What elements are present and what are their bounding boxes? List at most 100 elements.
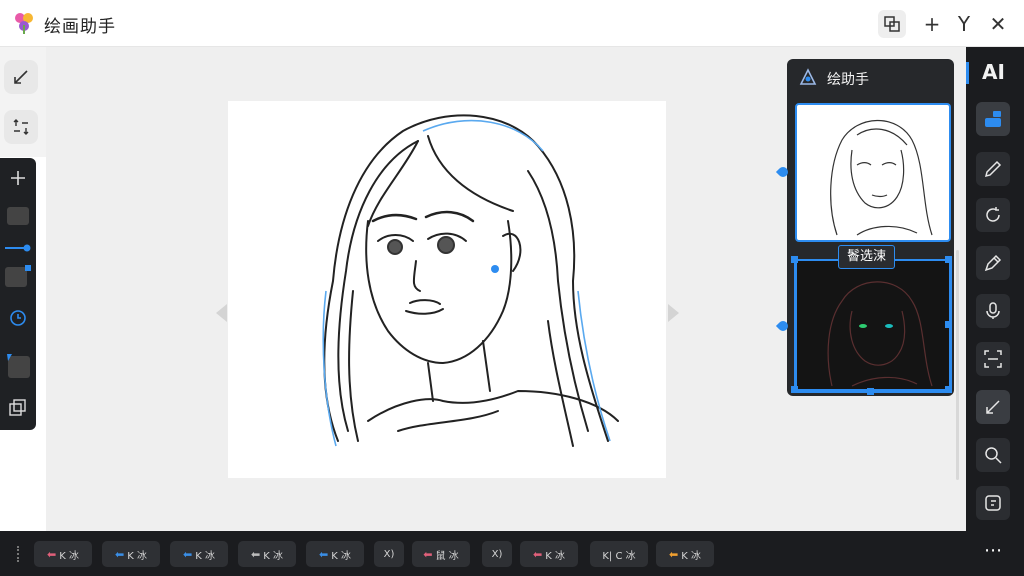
refresh-icon bbox=[986, 207, 1000, 222]
layer-block-icon bbox=[7, 207, 29, 225]
artboard[interactable] bbox=[228, 101, 666, 478]
chip-arrow-icon: ⬅ bbox=[533, 547, 543, 561]
resize-diagonal-icon bbox=[986, 400, 1000, 414]
opacity-slider[interactable] bbox=[4, 234, 32, 262]
swap-icon bbox=[884, 16, 900, 32]
selection-handle-b[interactable] bbox=[867, 388, 874, 395]
bottom-chip-1[interactable]: ⬅ K 冰 bbox=[102, 541, 160, 567]
chip-label: X) bbox=[491, 548, 503, 560]
scan-frame-icon bbox=[984, 350, 1002, 368]
selection-label: 鬠选涑 bbox=[838, 245, 896, 269]
left-dark-toolbar bbox=[0, 158, 36, 430]
result-thumbnail-sketch[interactable] bbox=[795, 103, 951, 242]
bottom-chip-8[interactable]: ⬅ K 冰 bbox=[520, 541, 578, 567]
plus-icon bbox=[11, 171, 25, 185]
add-layer-button[interactable] bbox=[4, 164, 32, 192]
search-icon bbox=[985, 447, 1002, 464]
chip-arrow-icon: ⬅ bbox=[47, 547, 57, 561]
microphone-icon bbox=[986, 302, 1000, 319]
assistant-icon bbox=[799, 68, 817, 85]
app-title: 绘画助手 bbox=[44, 17, 116, 37]
search-tool-button[interactable] bbox=[976, 438, 1010, 472]
pin-button[interactable]: Y bbox=[950, 10, 978, 38]
layers-icon bbox=[985, 111, 1001, 127]
chip-label: K 冰 bbox=[195, 550, 215, 562]
chip-label: K 冰 bbox=[331, 550, 351, 562]
title-bar: 绘画助手 + Y ✕ bbox=[0, 0, 1024, 47]
chip-label: K 冰 bbox=[263, 550, 283, 562]
vertical-scrollbar[interactable] bbox=[956, 250, 959, 480]
pen-icon bbox=[984, 254, 1002, 272]
chip-arrow-icon: ⬅ bbox=[183, 547, 193, 561]
left-top-toolbar bbox=[0, 47, 46, 157]
selection-handle-r[interactable] bbox=[945, 321, 952, 328]
close-button[interactable]: ✕ bbox=[984, 10, 1012, 38]
layer-block-icon bbox=[7, 354, 30, 378]
bottom-chip-6[interactable]: ⬅ 鼠 冰 bbox=[412, 541, 470, 567]
bottom-chip-4[interactable]: ⬅ K 冰 bbox=[306, 541, 364, 567]
transform-tool-button[interactable] bbox=[4, 110, 38, 144]
drag-grip-icon[interactable] bbox=[17, 546, 22, 562]
chip-label: K 冰 bbox=[545, 550, 565, 562]
pencil-icon bbox=[984, 160, 1002, 178]
bottom-chip-10[interactable]: ⬅ K 冰 bbox=[656, 541, 714, 567]
pen-tool-button[interactable] bbox=[976, 246, 1010, 280]
layer-thumb-button-2[interactable] bbox=[4, 262, 32, 290]
plus-icon: + bbox=[923, 12, 941, 36]
bottom-chip-2[interactable]: ⬅ K 冰 bbox=[170, 541, 228, 567]
portrait-sketch-illustration bbox=[322, 114, 619, 447]
bottom-chip-3[interactable]: ⬅ K 冰 bbox=[238, 541, 296, 567]
chip-arrow-icon: ⬅ bbox=[251, 547, 261, 561]
bottom-chip-0[interactable]: ⬅ K 冰 bbox=[34, 541, 92, 567]
selection-handle-tr[interactable] bbox=[945, 256, 952, 263]
chip-label: K 冰 bbox=[59, 550, 79, 562]
chip-label: K 冰 bbox=[681, 550, 701, 562]
ai-label[interactable]: AI bbox=[982, 60, 1005, 84]
close-icon: ✕ bbox=[989, 12, 1007, 36]
layer-thumb-button[interactable] bbox=[4, 202, 32, 230]
duplicate-tool-button[interactable] bbox=[4, 394, 32, 422]
layers-tool-button[interactable] bbox=[976, 102, 1010, 136]
ai-panel-title: 绘助手 bbox=[827, 72, 869, 88]
refresh-tool-button[interactable] bbox=[976, 198, 1010, 232]
more-menu-icon[interactable]: ⋯ bbox=[984, 540, 1003, 561]
pin-icon: Y bbox=[957, 12, 971, 36]
add-button[interactable]: + bbox=[918, 10, 946, 38]
transform-arrows-icon bbox=[13, 119, 29, 135]
bottom-chip-9[interactable]: K| C 冰 bbox=[590, 541, 648, 567]
selection-handle-tl[interactable] bbox=[791, 256, 798, 263]
next-arrow-icon[interactable] bbox=[668, 304, 679, 322]
export-tool-button[interactable] bbox=[976, 486, 1010, 520]
rotate-icon bbox=[10, 310, 26, 326]
resize-tool-button[interactable] bbox=[4, 60, 38, 94]
chip-label: K 冰 bbox=[127, 550, 147, 562]
chip-arrow-icon: ⬅ bbox=[319, 547, 329, 561]
pencil-tool-button[interactable] bbox=[976, 152, 1010, 186]
prev-arrow-icon[interactable] bbox=[216, 304, 227, 322]
selection-handle-bl[interactable] bbox=[791, 386, 798, 393]
slider-icon bbox=[5, 244, 31, 252]
duplicate-icon bbox=[9, 399, 26, 416]
chip-label: 鼠 冰 bbox=[435, 550, 459, 562]
app-logo-icon bbox=[15, 13, 33, 34]
rotate-tool-button[interactable] bbox=[4, 304, 32, 332]
resize-diagonal-icon bbox=[14, 70, 28, 84]
sketch-thumbnail-image bbox=[830, 119, 933, 236]
chip-label: K| C 冰 bbox=[602, 550, 636, 562]
chip-arrow-icon: ⬅ bbox=[423, 547, 433, 561]
chip-arrow-icon: ⬅ bbox=[669, 547, 679, 561]
selection-handle-br[interactable] bbox=[945, 386, 952, 393]
layer-block-icon bbox=[5, 265, 31, 287]
bottom-chip-5[interactable]: X) bbox=[374, 541, 404, 567]
bottom-chip-7[interactable]: X) bbox=[482, 541, 512, 567]
microphone-button[interactable] bbox=[976, 294, 1010, 328]
resize-tool-button-right[interactable] bbox=[976, 390, 1010, 424]
layer-thumb-button-3[interactable] bbox=[4, 352, 32, 380]
selection-frame[interactable] bbox=[794, 259, 952, 393]
ai-indicator bbox=[966, 62, 969, 84]
chip-label: X) bbox=[383, 548, 395, 560]
export-icon bbox=[985, 495, 1001, 511]
scan-frame-button[interactable] bbox=[976, 342, 1010, 376]
chip-arrow-icon: ⬅ bbox=[115, 547, 125, 561]
swap-window-button[interactable] bbox=[878, 10, 906, 38]
